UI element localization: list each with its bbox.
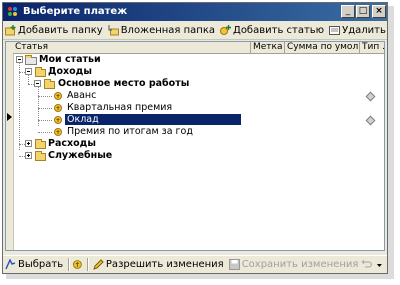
- tree-row-advance[interactable]: Аванс: [13, 90, 384, 102]
- bottom-separator-2: [86, 258, 89, 271]
- payment-item-icon: [54, 128, 62, 136]
- pencil-icon: [93, 259, 104, 270]
- tree-label-advance: Аванс: [67, 90, 97, 101]
- tree-branch: [38, 96, 52, 97]
- nested-folder-button[interactable]: Вложенная папка: [106, 23, 217, 38]
- allow-changes-label: Разрешить изменения: [105, 259, 224, 270]
- articles-tree-grid[interactable]: Статья Метка Сумма по умол... Тип ... Мо…: [5, 41, 386, 251]
- close-button[interactable]: ×: [372, 5, 386, 18]
- tree-branch: [38, 120, 52, 121]
- root-folder-icon: [25, 55, 37, 65]
- expand-toggle-icon[interactable]: [25, 152, 32, 159]
- bottom-separator: [68, 258, 71, 271]
- title-bar[interactable]: Выберите платеж _ □ ×: [3, 3, 387, 21]
- type-diamond-icon: [365, 115, 376, 126]
- dialog-window: Выберите платеж _ □ × Добавить папку Вло…: [2, 2, 388, 274]
- payment-icon[interactable]: [72, 259, 83, 270]
- tree-row-service[interactable]: Служебные: [13, 150, 384, 162]
- nested-folder-label: Вложенная папка: [120, 25, 215, 36]
- save-changes-button[interactable]: Сохранить изменения: [227, 257, 361, 272]
- tree-label-annual: Премия по итогам за год: [67, 126, 193, 137]
- tree-row-salary[interactable]: Оклад: [13, 113, 384, 126]
- expand-toggle-icon[interactable]: [25, 140, 32, 147]
- tree-label-quarterly: Квартальная премия: [67, 102, 173, 113]
- current-row-arrow-icon: [7, 113, 12, 121]
- tree-label-root: Мои статьи: [39, 54, 101, 65]
- add-folder-icon: [5, 25, 16, 36]
- column-header-article[interactable]: Статья: [13, 42, 251, 53]
- add-folder-button[interactable]: Добавить папку: [3, 23, 105, 38]
- app-icon: [8, 7, 17, 16]
- grid-header: Статья Метка Сумма по умол... Тип ...: [13, 42, 386, 54]
- payment-item-icon: [54, 92, 62, 100]
- select-button[interactable]: Выбрать: [3, 257, 65, 272]
- tree-row-quarterly[interactable]: Квартальная премия: [13, 102, 384, 114]
- folder-icon: [44, 79, 55, 89]
- select-icon: [5, 259, 16, 270]
- window-title: Выберите платеж: [23, 6, 128, 17]
- type-diamond-icon: [365, 91, 376, 102]
- collapse-toggle-icon[interactable]: [16, 56, 23, 63]
- save-icon: [228, 259, 240, 270]
- collapse-toggle-icon[interactable]: [25, 68, 32, 75]
- tree-row-root[interactable]: Мои статьи: [13, 54, 384, 66]
- delete-label: Удалить: [342, 25, 386, 36]
- select-label: Выбрать: [18, 259, 64, 270]
- tree-branch: [38, 132, 52, 133]
- undo-icon[interactable]: [361, 259, 373, 270]
- collapse-toggle-icon[interactable]: [34, 80, 41, 87]
- column-header-mark[interactable]: Метка: [251, 42, 285, 53]
- delete-icon: [329, 26, 341, 35]
- tree-label-salary: Оклад: [64, 113, 242, 126]
- tree-row-main-job[interactable]: Основное место работы: [13, 78, 384, 90]
- allow-changes-button[interactable]: Разрешить изменения: [91, 257, 226, 272]
- maximize-button[interactable]: □: [356, 5, 370, 18]
- tree-branch: [38, 108, 52, 109]
- tree-row-expenses[interactable]: Расходы: [13, 138, 384, 150]
- add-item-label: Добавить статью: [233, 25, 325, 36]
- tree-label-income: Доходы: [48, 66, 92, 77]
- toolbar: Добавить папку Вложенная папка Добавить …: [3, 22, 387, 40]
- column-header-default-sum[interactable]: Сумма по умол...: [285, 42, 360, 53]
- add-item-button[interactable]: Добавить статью: [218, 23, 326, 38]
- folder-icon: [35, 139, 46, 149]
- tree-row-income[interactable]: Доходы: [13, 66, 384, 78]
- payment-item-icon: [54, 116, 62, 124]
- nested-folder-icon: [108, 25, 119, 36]
- column-header-type[interactable]: Тип ...: [360, 42, 386, 53]
- folder-icon: [35, 151, 46, 161]
- tree-label-expenses: Расходы: [48, 138, 96, 149]
- payment-item-icon: [54, 104, 62, 112]
- bottom-toolbar: Выбрать Разрешить изменения Сохранить из…: [3, 255, 387, 273]
- tree-label-service: Служебные: [48, 150, 113, 161]
- save-changes-label: Сохранить изменения: [241, 259, 359, 270]
- tree-label-main-job: Основное место работы: [58, 78, 190, 89]
- add-folder-label: Добавить папку: [18, 25, 103, 36]
- delete-button[interactable]: Удалить: [327, 23, 387, 38]
- folder-icon: [35, 67, 46, 77]
- tree-row-annual[interactable]: Премия по итогам за год: [13, 126, 384, 138]
- tree-rows: Мои статьи Доходы Основное место работы: [13, 54, 384, 162]
- add-item-icon: [220, 25, 231, 35]
- chevron-down-icon[interactable]: [374, 259, 385, 270]
- minimize-button[interactable]: _: [341, 5, 355, 18]
